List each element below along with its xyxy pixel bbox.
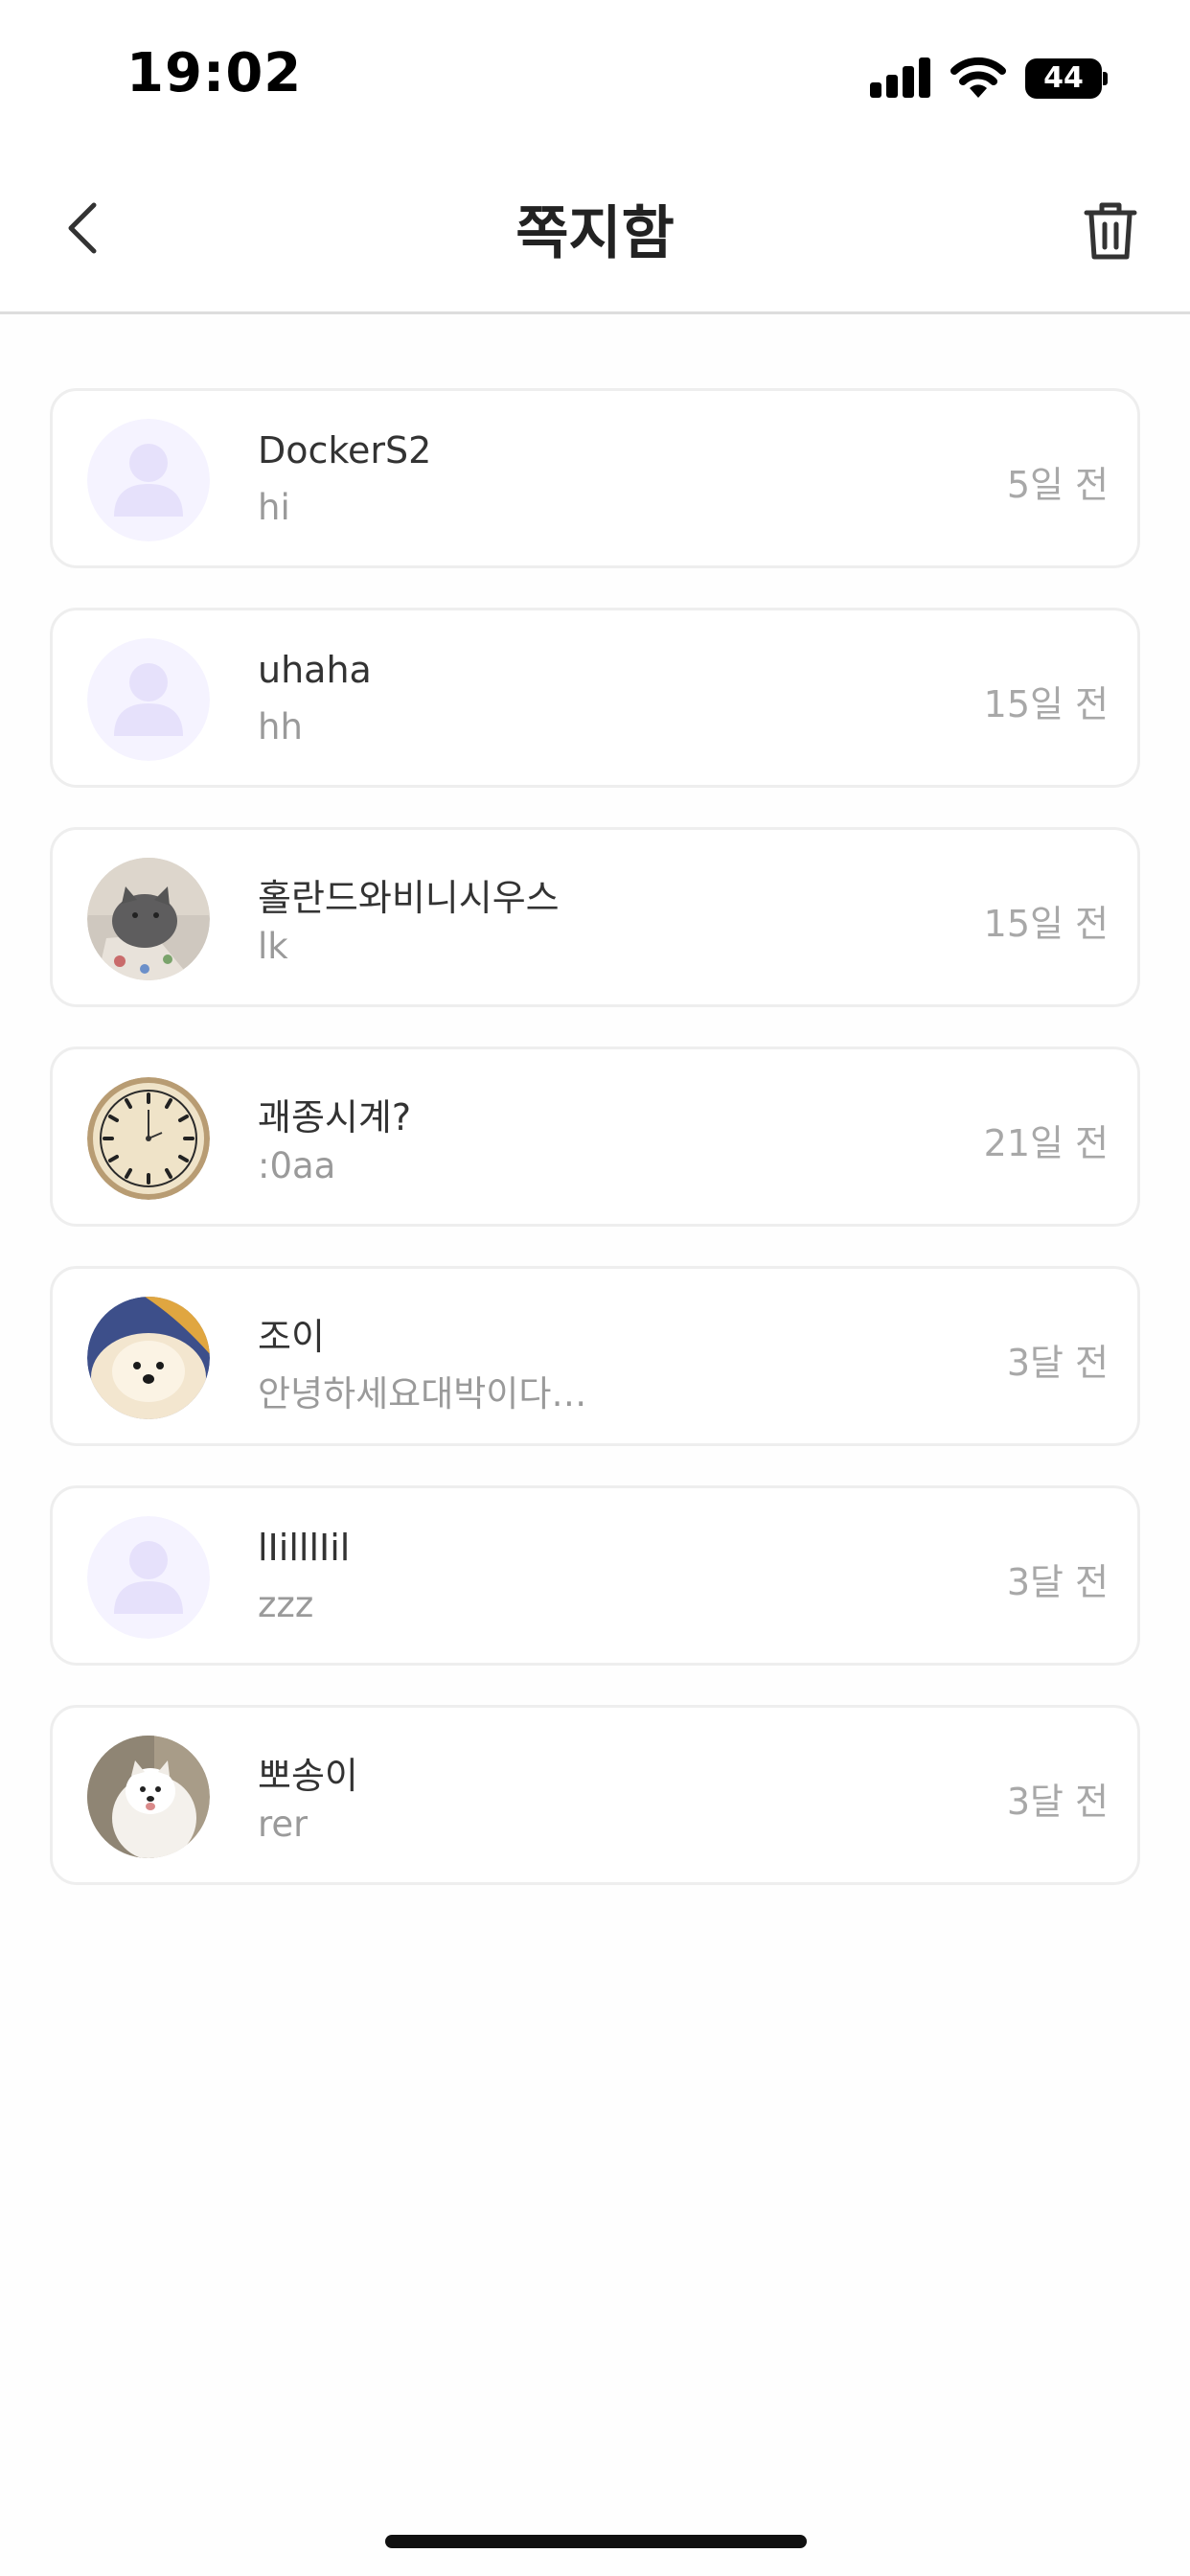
- cellular-signal-icon: [870, 58, 931, 98]
- sender-name: lIilllIil: [258, 1527, 351, 1569]
- message-preview: :0aa: [258, 1145, 336, 1186]
- message-preview: hi: [258, 487, 290, 528]
- status-bar: 19:02 44: [0, 0, 1190, 144]
- message-time: 15일 전: [983, 683, 1109, 725]
- message-item[interactable]: uhaha hh 15일 전: [50, 608, 1140, 788]
- status-time: 19:02: [126, 42, 303, 104]
- default-avatar-icon: [87, 638, 210, 761]
- default-avatar-icon: [87, 419, 210, 541]
- message-time: 5일 전: [1006, 464, 1109, 506]
- message-preview: hh: [258, 706, 303, 748]
- message-item[interactable]: 조이 안녕하세요대박이다… 3달 전: [50, 1266, 1140, 1446]
- clock-photo: [87, 1077, 210, 1200]
- page-title: 쪽지함: [515, 200, 675, 267]
- samoyed-photo: [87, 1736, 210, 1858]
- message-preview: rer: [258, 1804, 309, 1845]
- default-avatar-icon: [87, 1516, 210, 1639]
- message-preview: 안녕하세요대박이다…: [258, 1373, 587, 1414]
- wifi-icon: [950, 57, 1006, 98]
- sender-name: DockerS2: [258, 429, 432, 472]
- message-preview: lk: [258, 926, 288, 967]
- pomeranian-photo: [87, 1297, 210, 1419]
- battery-icon: 44: [1025, 58, 1108, 99]
- navigation-bar: 쪽지함: [0, 144, 1190, 314]
- message-item[interactable]: 뽀송이 rer 3달 전: [50, 1705, 1140, 1885]
- message-time: 3달 전: [1006, 1781, 1109, 1823]
- message-list: DockerS2 hi 5일 전 uhaha hh 15일 전 홀란드와비니시우…: [50, 388, 1140, 1924]
- sender-name: 뽀송이: [258, 1755, 358, 1797]
- message-time: 21일 전: [983, 1122, 1109, 1164]
- sender-name: 괘종시계?: [258, 1096, 412, 1138]
- message-preview: zzz: [258, 1584, 314, 1625]
- message-item[interactable]: DockerS2 hi 5일 전: [50, 388, 1140, 568]
- sender-name: 홀란드와비니시우스: [258, 877, 560, 919]
- battery-level: 44: [1025, 58, 1102, 99]
- inbox-screen: 19:02 44 쪽지함 DockerS2 hi 5일 전 uhaha hh 1…: [0, 0, 1190, 2576]
- cat-photo: [87, 858, 210, 980]
- message-item[interactable]: 괘종시계? :0aa 21일 전: [50, 1046, 1140, 1227]
- message-time: 3달 전: [1006, 1561, 1109, 1603]
- home-indicator[interactable]: [385, 2535, 807, 2548]
- message-time: 15일 전: [983, 903, 1109, 945]
- message-item[interactable]: 홀란드와비니시우스 lk 15일 전: [50, 827, 1140, 1007]
- delete-trash-button[interactable]: [1081, 199, 1140, 263]
- sender-name: 조이: [258, 1316, 325, 1358]
- message-item[interactable]: lIilllIil zzz 3달 전: [50, 1485, 1140, 1666]
- message-time: 3달 전: [1006, 1342, 1109, 1384]
- sender-name: uhaha: [258, 649, 372, 691]
